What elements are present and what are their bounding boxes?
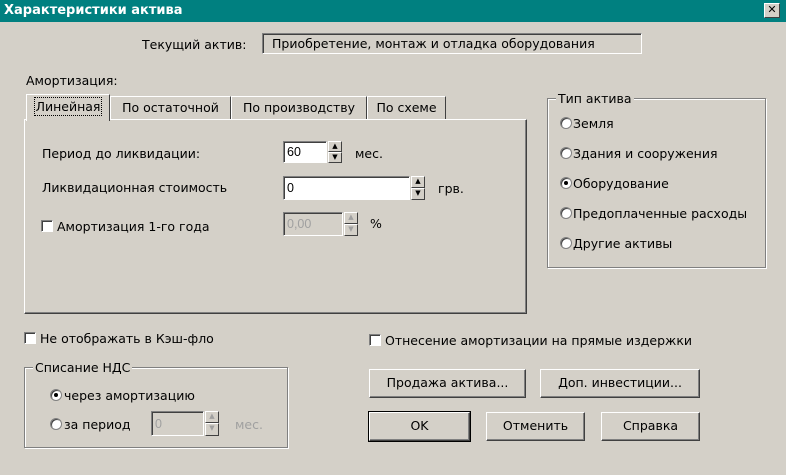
liquidation-spinner[interactable]: ▲ ▼: [411, 176, 425, 200]
spin-up-icon[interactable]: ▲: [411, 176, 425, 188]
spin-up-icon[interactable]: ▲: [344, 212, 358, 224]
spin-up-icon[interactable]: ▲: [328, 141, 342, 152]
first-year-spinner[interactable]: ▲ ▼: [344, 212, 358, 236]
cancel-button[interactable]: Отменить: [486, 412, 585, 441]
spin-down-icon[interactable]: ▼: [411, 188, 425, 200]
sell-asset-button[interactable]: Продажа актива...: [369, 369, 526, 398]
period-unit: мес.: [355, 146, 383, 161]
asset-type-label-equipment: Оборудование: [573, 176, 669, 191]
direct-costs-checkbox[interactable]: [369, 334, 381, 346]
asset-properties-dialog: Характеристики актива ✕ Текущий актив: П…: [0, 0, 786, 475]
first-year-label: Амортизация 1-го года: [57, 219, 210, 234]
hide-cashflow-label: Не отображать в Кэш-фло: [40, 331, 214, 346]
asset-type-radio-equipment[interactable]: [560, 177, 572, 189]
hide-cashflow-checkbox[interactable]: [24, 332, 36, 344]
first-year-checkbox[interactable]: [41, 220, 53, 232]
asset-type-label-other: Другие активы: [573, 236, 673, 251]
amortization-label: Амортизация:: [26, 73, 118, 88]
direct-costs-label: Отнесение амортизации на прямые издержки: [385, 333, 692, 348]
asset-type-legend: Тип актива: [556, 91, 634, 106]
current-asset-value-box: Приобретение, монтаж и отладка оборудова…: [262, 33, 642, 54]
spin-up-icon[interactable]: ▲: [205, 411, 219, 423]
period-spinner[interactable]: ▲ ▼: [328, 141, 342, 163]
asset-type-radio-buildings[interactable]: [560, 147, 572, 159]
asset-type-label-buildings: Здания и сооружения: [573, 146, 718, 161]
liquidation-label: Ликвидационная стоимость: [42, 180, 228, 195]
radio-selected-dot: [54, 393, 58, 397]
vat-period-unit: мес.: [235, 417, 263, 432]
period-input[interactable]: [283, 141, 327, 163]
spin-down-icon[interactable]: ▼: [344, 224, 358, 236]
asset-type-radio-other[interactable]: [560, 237, 572, 249]
vat-label-through-amortization: через амортизацию: [64, 388, 195, 403]
asset-type-label-land: Земля: [573, 116, 614, 131]
title-bar: Характеристики актива ✕: [0, 0, 786, 22]
vat-radio-through-amortization[interactable]: [50, 389, 62, 401]
additional-investment-button[interactable]: Доп. инвестиции...: [540, 369, 700, 398]
tab-production[interactable]: По производству: [231, 96, 367, 119]
liquidation-input[interactable]: [283, 176, 410, 200]
asset-type-radio-prepaid[interactable]: [560, 207, 572, 219]
period-label: Период до ликвидации:: [42, 146, 201, 161]
asset-type-radio-land[interactable]: [560, 117, 572, 129]
vat-radio-period[interactable]: [50, 418, 62, 430]
help-button[interactable]: Справка: [601, 412, 700, 441]
liquidation-unit: грв.: [438, 181, 464, 196]
current-asset-value: Приобретение, монтаж и отладка оборудова…: [272, 36, 595, 51]
spin-down-icon[interactable]: ▼: [328, 152, 342, 163]
first-year-unit: %: [370, 216, 382, 231]
tab-schedule[interactable]: По схеме: [367, 96, 446, 119]
asset-type-label-prepaid: Предоплаченные расходы: [573, 206, 748, 221]
vat-period-input[interactable]: [151, 411, 204, 436]
tab-linear[interactable]: Линейная: [26, 94, 110, 121]
vat-legend: Списание НДС: [33, 360, 133, 375]
radio-selected-dot: [564, 181, 568, 185]
first-year-input[interactable]: [283, 212, 343, 236]
vat-period-spinner[interactable]: ▲ ▼: [205, 411, 219, 436]
tab-declining-balance[interactable]: По остаточной: [110, 96, 231, 119]
spin-down-icon[interactable]: ▼: [205, 423, 219, 436]
close-button[interactable]: ✕: [764, 3, 780, 18]
vat-label-period: за период: [64, 417, 131, 432]
ok-button[interactable]: OK: [368, 411, 471, 442]
window-title: Характеристики актива: [4, 3, 183, 18]
current-asset-label: Текущий актив:: [142, 37, 247, 52]
